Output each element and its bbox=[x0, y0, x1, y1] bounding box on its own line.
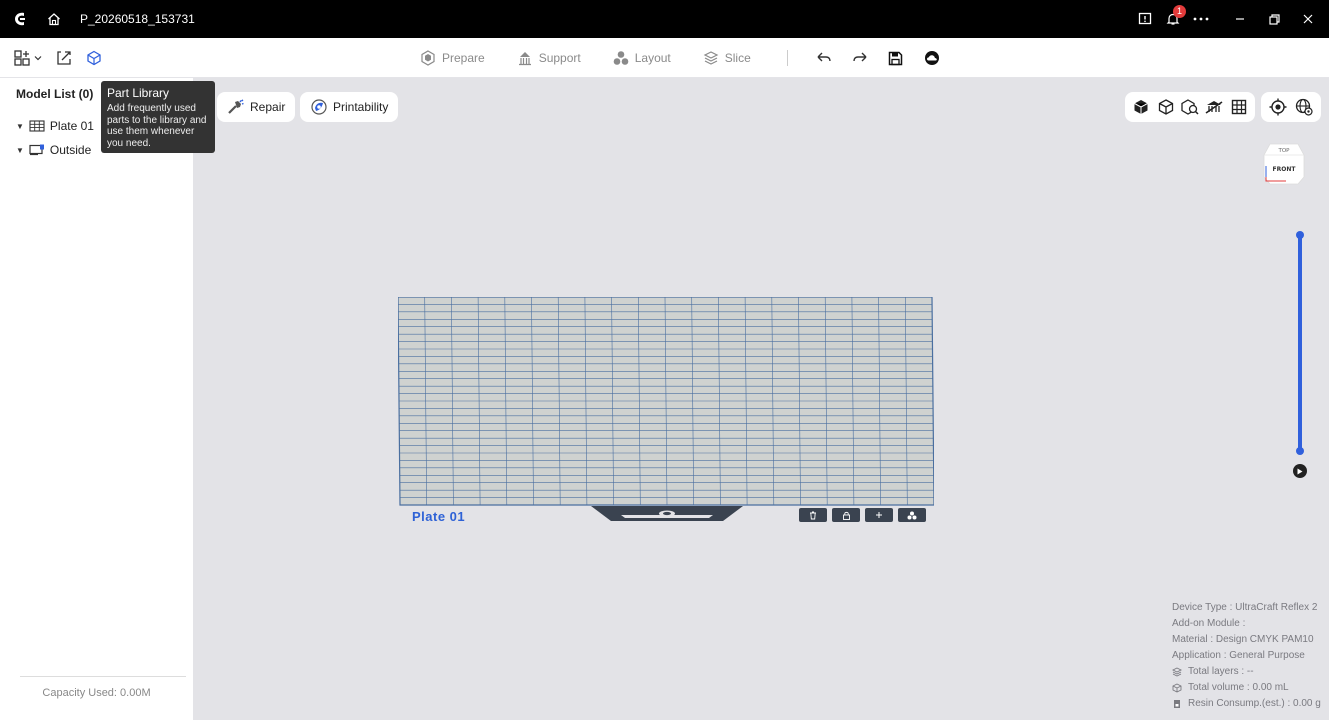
toolbar-divider bbox=[786, 50, 788, 66]
tree-item-plate-label: Plate 01 bbox=[49, 119, 94, 133]
resin-consumption: Resin Consump.(est.) : 0.00 g bbox=[1188, 698, 1321, 709]
capacity-used: Capacity Used: 0.00M bbox=[42, 687, 151, 699]
part-library-tooltip: Part Library Add frequently used parts t… bbox=[101, 81, 215, 153]
title-bar: P_20260518_153731 1 bbox=[0, 0, 1329, 38]
project-title: P_20260518_153731 bbox=[80, 12, 195, 26]
delete-icon bbox=[810, 511, 816, 519]
solid-view-icon[interactable] bbox=[1131, 95, 1151, 119]
plate-grid-icon bbox=[29, 120, 45, 132]
capacity-divider bbox=[20, 676, 186, 677]
camera-toolbar bbox=[1261, 92, 1321, 122]
part-library-icon[interactable] bbox=[86, 50, 102, 66]
close-icon[interactable] bbox=[1291, 0, 1325, 38]
add-model-icon[interactable] bbox=[14, 50, 42, 66]
3d-viewport[interactable]: Repair Printability TOP FRONT Plate 01 D… bbox=[193, 78, 1329, 720]
model-list-title: Model List (0) bbox=[16, 87, 94, 101]
layout-icon bbox=[613, 51, 629, 65]
import-icon[interactable] bbox=[56, 50, 72, 66]
slice-icon bbox=[703, 51, 719, 65]
layers-icon bbox=[1172, 667, 1182, 677]
tooltip-body: Add frequently used parts to the library… bbox=[107, 103, 207, 149]
layer-slider-track[interactable] bbox=[1298, 234, 1302, 452]
layer-slider-top-handle[interactable] bbox=[1296, 231, 1304, 239]
volume-icon bbox=[1172, 683, 1182, 693]
undo-icon[interactable] bbox=[806, 51, 842, 65]
wireframe-view-icon[interactable] bbox=[1155, 95, 1175, 119]
main-toolbar: Prepare Support Layout Slice bbox=[0, 38, 1329, 78]
play-icon bbox=[1297, 468, 1303, 474]
step-prepare[interactable]: Prepare bbox=[420, 50, 485, 66]
view-mode-toolbar bbox=[1125, 92, 1255, 122]
app-logo-icon[interactable] bbox=[0, 0, 40, 38]
print-info-panel: Device Type : UltraCraft Reflex 2 Add-on… bbox=[1172, 600, 1321, 712]
build-plate[interactable] bbox=[398, 297, 934, 507]
restore-icon[interactable] bbox=[1257, 0, 1291, 38]
hide-support-icon[interactable] bbox=[1204, 95, 1224, 119]
resin-icon bbox=[1174, 700, 1180, 708]
printability-icon bbox=[311, 99, 327, 115]
add-icon bbox=[876, 512, 882, 518]
device-type: Device Type : UltraCraft Reflex 2 bbox=[1172, 602, 1318, 613]
material: Material : Design CMYK PAM10 bbox=[1172, 634, 1314, 645]
play-layers-button[interactable] bbox=[1293, 464, 1307, 478]
caret-down-icon[interactable]: ▼ bbox=[16, 146, 24, 155]
minimize-icon[interactable] bbox=[1223, 0, 1257, 38]
feedback-icon[interactable] bbox=[1131, 0, 1159, 38]
model-list-panel: Model List (0) ▼ Plate 01 ▼ Outside Capa… bbox=[0, 78, 193, 720]
step-slice-label: Slice bbox=[724, 51, 751, 65]
lock-icon bbox=[842, 511, 850, 520]
step-prepare-label: Prepare bbox=[442, 51, 485, 65]
tooltip-title: Part Library bbox=[107, 86, 170, 100]
add-plate-button[interactable] bbox=[865, 508, 893, 522]
focus-icon[interactable] bbox=[1267, 95, 1289, 119]
arrange-icon bbox=[907, 511, 917, 519]
addon-module: Add-on Module : bbox=[1172, 618, 1246, 629]
total-layers-row: Total layers : -- bbox=[1172, 664, 1321, 680]
support-icon bbox=[518, 52, 531, 66]
step-layout[interactable]: Layout bbox=[613, 50, 671, 66]
total-volume: Total volume : 0.00 mL bbox=[1188, 682, 1289, 693]
notification-badge: 1 bbox=[1173, 5, 1186, 18]
navigation-cube[interactable]: TOP FRONT bbox=[1262, 139, 1306, 185]
resin-consumption-row: Resin Consump.(est.) : 0.00 g bbox=[1172, 696, 1321, 712]
more-icon[interactable] bbox=[1187, 0, 1215, 38]
step-support-label: Support bbox=[538, 51, 581, 65]
cube-front-label: FRONT bbox=[1273, 166, 1297, 173]
repair-label: Repair bbox=[250, 100, 286, 114]
layer-slider-bottom-handle[interactable] bbox=[1296, 447, 1304, 455]
tree-item-outside[interactable]: ▼ Outside bbox=[16, 143, 91, 157]
lock-plate-button[interactable] bbox=[832, 508, 860, 522]
repair-button[interactable]: Repair bbox=[217, 92, 296, 122]
chevron-down-icon bbox=[34, 56, 42, 61]
delete-plate-button[interactable] bbox=[799, 508, 827, 522]
cloud-icon[interactable] bbox=[914, 50, 950, 66]
prepare-icon bbox=[421, 50, 435, 66]
step-support[interactable]: Support bbox=[517, 50, 581, 66]
application: Application : General Purpose bbox=[1172, 650, 1305, 661]
caret-down-icon[interactable]: ▼ bbox=[16, 122, 24, 131]
plate-handle bbox=[591, 506, 743, 521]
step-layout-label: Layout bbox=[634, 51, 671, 65]
printability-button[interactable]: Printability bbox=[300, 92, 399, 122]
xray-view-icon[interactable] bbox=[1180, 95, 1200, 119]
save-icon[interactable] bbox=[878, 51, 914, 66]
grid-view-icon[interactable] bbox=[1229, 95, 1249, 119]
printability-label: Printability bbox=[333, 100, 389, 114]
redo-icon[interactable] bbox=[842, 51, 878, 65]
total-volume-row: Total volume : 0.00 mL bbox=[1172, 680, 1321, 696]
monitor-icon bbox=[29, 144, 44, 156]
plate-label[interactable]: Plate 01 bbox=[412, 509, 465, 524]
repair-icon bbox=[228, 99, 244, 114]
plate-actions bbox=[799, 508, 926, 522]
cube-top-label: TOP bbox=[1277, 148, 1290, 154]
total-layers: Total layers : -- bbox=[1188, 666, 1254, 677]
arrange-plate-button[interactable] bbox=[898, 508, 926, 522]
view-cube-settings-icon[interactable] bbox=[1293, 95, 1315, 119]
tree-item-outside-label: Outside bbox=[49, 143, 92, 157]
bell-icon[interactable]: 1 bbox=[1159, 0, 1187, 38]
tree-item-plate[interactable]: ▼ Plate 01 bbox=[16, 119, 94, 133]
step-slice[interactable]: Slice bbox=[703, 50, 751, 66]
home-icon[interactable] bbox=[40, 0, 68, 38]
